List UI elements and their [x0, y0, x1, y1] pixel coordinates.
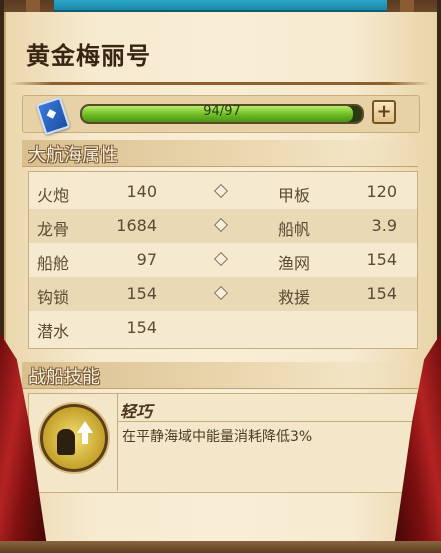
ship-name: 黄金梅丽号 — [26, 41, 151, 70]
attribute-name: 船舱 — [37, 254, 70, 273]
attributes-table: 火炮 140 甲板 120 龙骨 1684 船帆 3.9 船舱 97 渔网 15… — [28, 171, 418, 349]
attribute-value: 154 — [366, 284, 397, 303]
attribute-value: 140 — [126, 182, 157, 201]
attribute-row: 火炮 140 甲板 120 — [29, 175, 417, 209]
diamond-icon — [213, 217, 229, 233]
attribute-name: 渔网 — [278, 254, 311, 273]
attribute-value: 154 — [126, 284, 157, 303]
skill-name: 轻巧 — [120, 402, 153, 421]
attributes-header: 大航海属性 — [22, 140, 418, 167]
attribute-name: 潜水 — [37, 322, 70, 341]
attribute-value: 154 — [126, 318, 157, 337]
diamond-icon — [213, 251, 229, 267]
attribute-row: 潜水 154 — [29, 311, 417, 345]
attribute-name: 甲板 — [278, 186, 311, 205]
top-accent-strip — [54, 0, 387, 12]
attribute-row: 龙骨 1684 船帆 3.9 — [29, 209, 417, 243]
attribute-name: 船帆 — [278, 220, 311, 239]
durability-text: 94/97 — [203, 104, 241, 119]
add-durability-button[interactable]: + — [372, 100, 396, 124]
attribute-value: 1684 — [116, 216, 157, 235]
skills-title: 战船技能 — [28, 367, 100, 388]
skills-header: 战船技能 — [22, 362, 418, 389]
diamond-icon — [213, 183, 229, 199]
skill-rule — [118, 421, 414, 422]
up-arrow-stem — [82, 432, 88, 444]
attribute-value: 120 — [366, 182, 397, 201]
skill-description: 在平静海域中能量消耗降低3% — [122, 429, 313, 445]
attribute-value: 97 — [136, 250, 157, 269]
attribute-name: 救援 — [278, 288, 311, 307]
attribute-value: 154 — [366, 250, 397, 269]
attribute-name: 火炮 — [37, 186, 70, 205]
ship-skill-medallion-icon[interactable] — [40, 404, 108, 472]
attribute-value: 3.9 — [371, 216, 397, 235]
attribute-name: 钩锁 — [37, 288, 70, 307]
skill-figure — [57, 429, 75, 455]
title-divider — [10, 82, 430, 85]
attribute-name: 龙骨 — [37, 220, 70, 239]
diamond-icon — [213, 285, 229, 301]
skill-divider — [117, 393, 118, 491]
attributes-title: 大航海属性 — [28, 145, 118, 166]
bottom-frame — [0, 541, 441, 553]
attribute-row: 钩锁 154 救援 154 — [29, 277, 417, 311]
attribute-row: 船舱 97 渔网 154 — [29, 243, 417, 277]
